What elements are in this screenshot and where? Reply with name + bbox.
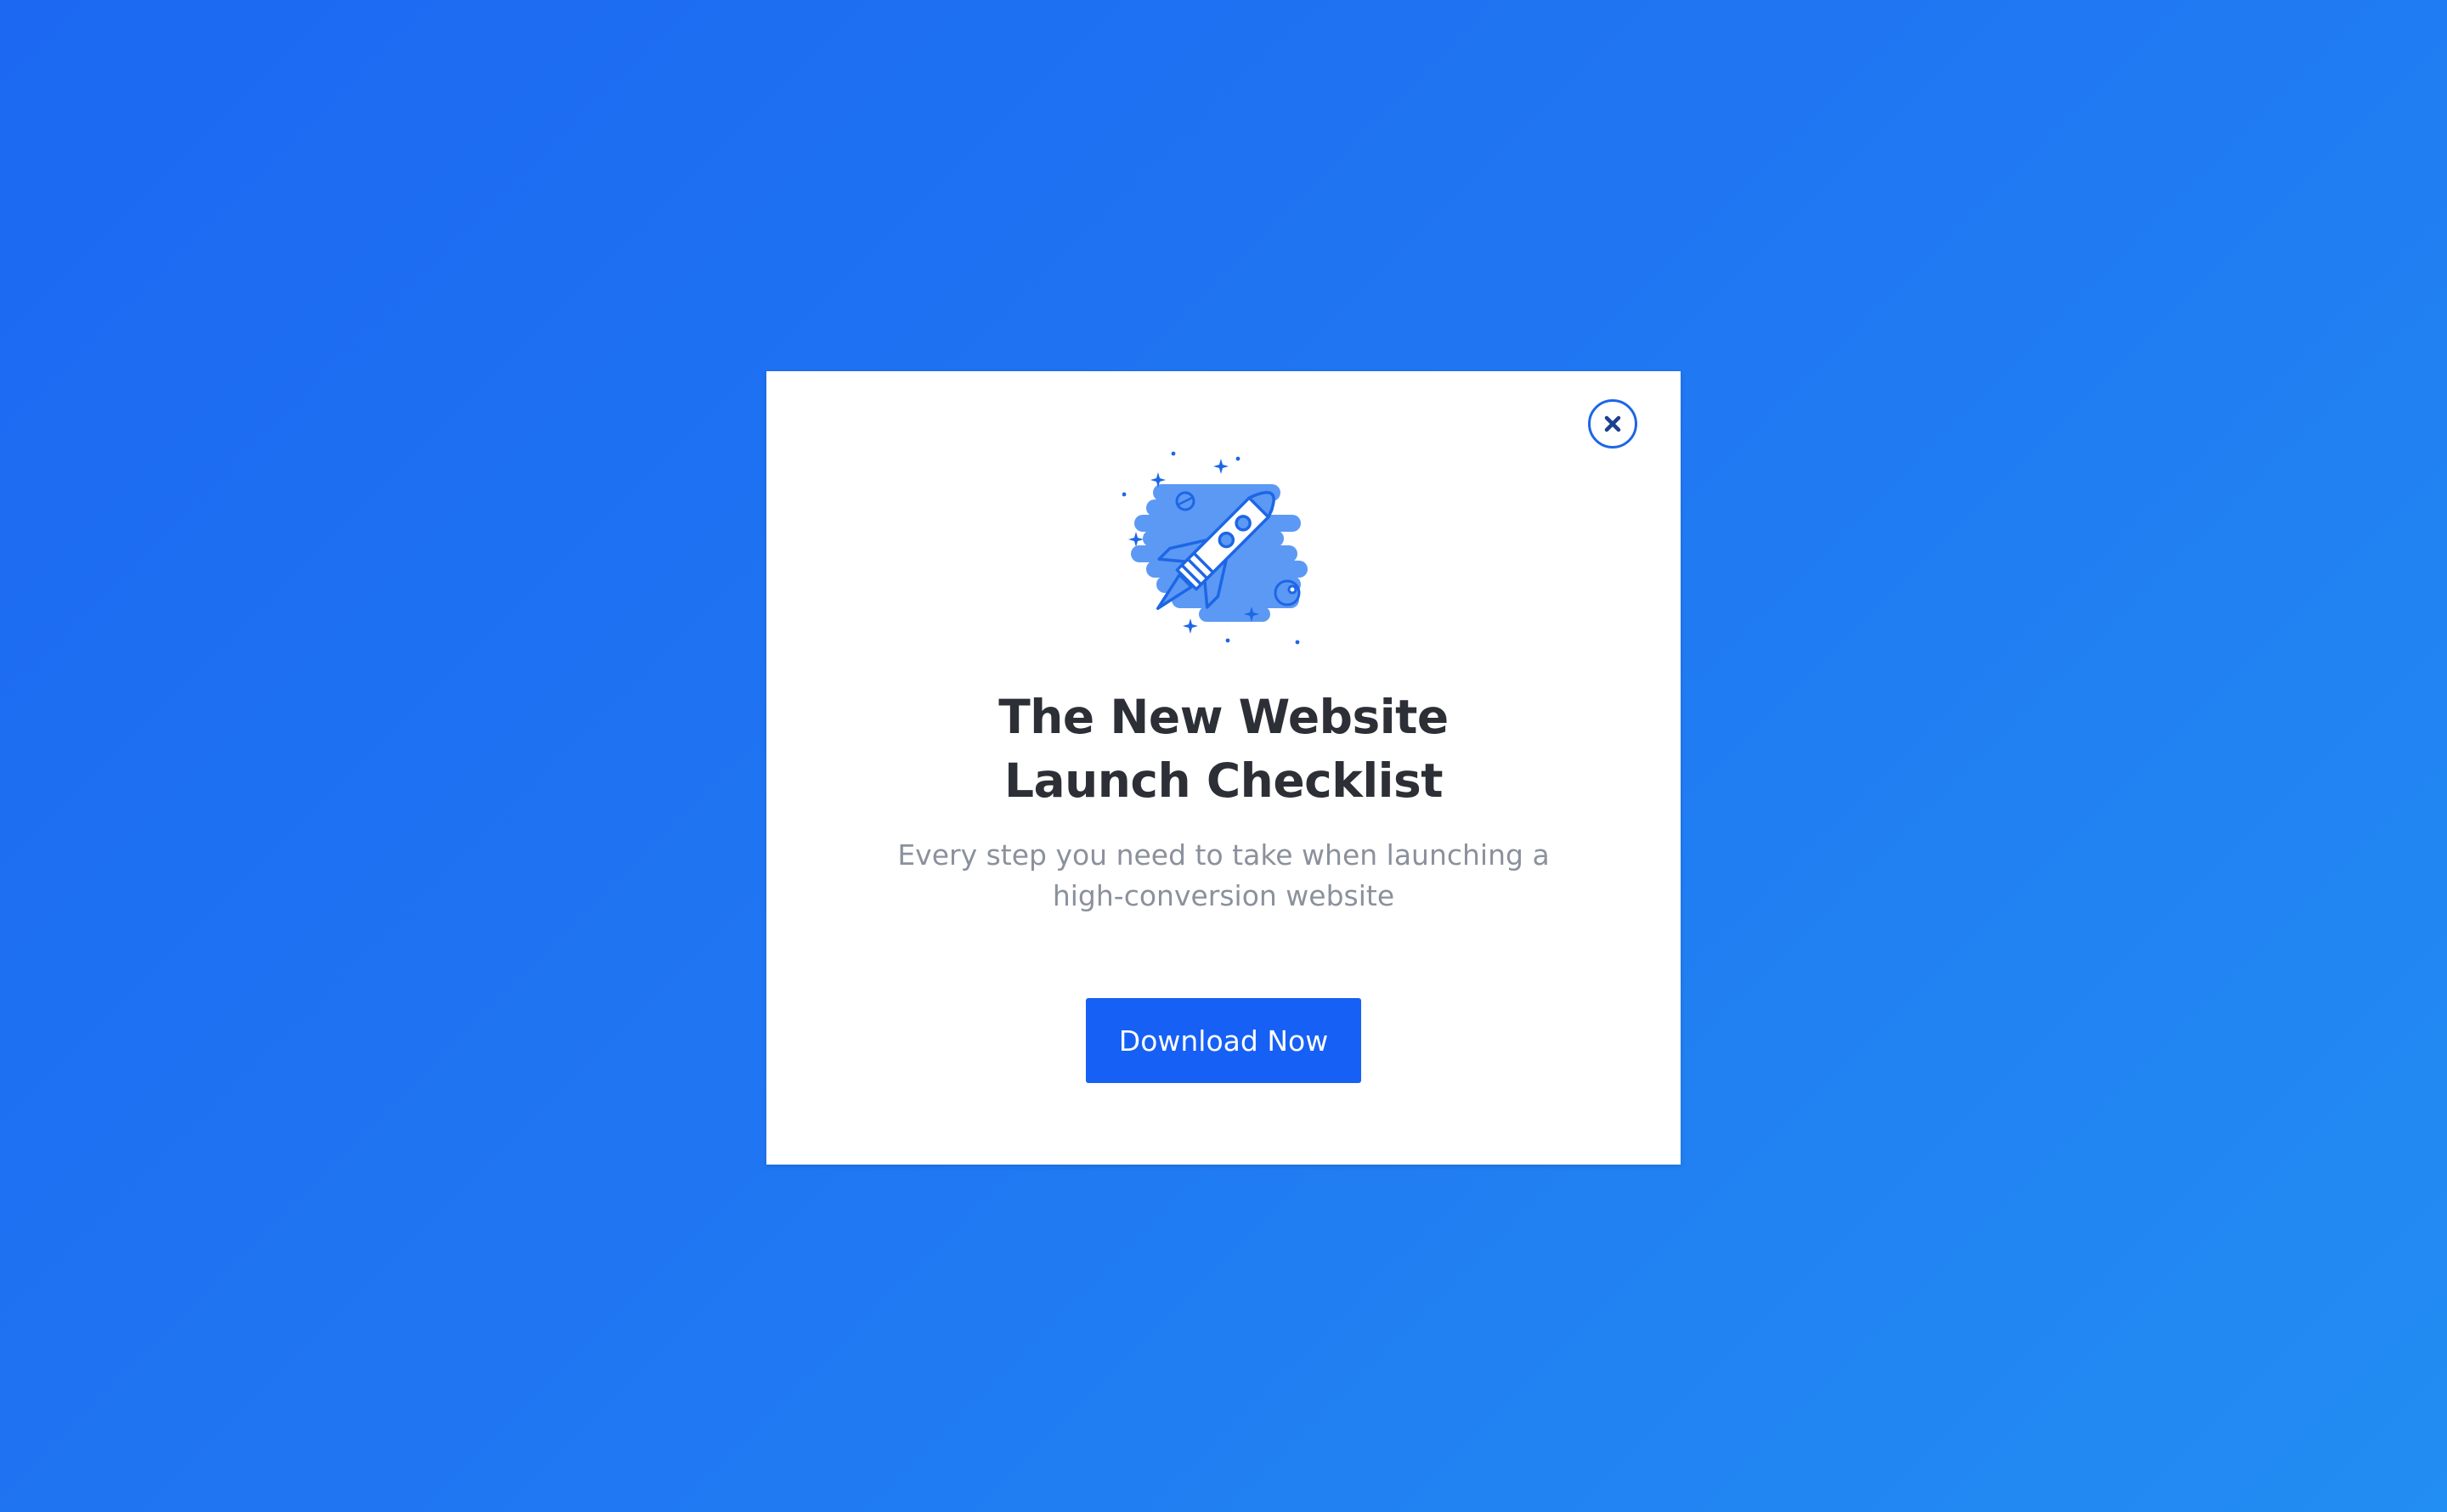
- download-now-button[interactable]: Download Now: [1086, 998, 1361, 1083]
- title-line-1: The New Website: [998, 690, 1449, 744]
- subtitle-line-2: high-conversion website: [1052, 879, 1395, 912]
- rocket-icon: [1122, 451, 1308, 645]
- modal-title: The New Website Launch Checklist: [766, 685, 1681, 813]
- modal-subtitle: Every step you need to take when launchi…: [766, 835, 1681, 917]
- popup-modal: The New Website Launch Checklist Every s…: [766, 371, 1681, 1165]
- close-icon: [1604, 415, 1621, 432]
- title-line-2: Launch Checklist: [1003, 753, 1444, 808]
- close-button[interactable]: [1588, 399, 1637, 449]
- subtitle-line-1: Every step you need to take when launchi…: [897, 838, 1550, 872]
